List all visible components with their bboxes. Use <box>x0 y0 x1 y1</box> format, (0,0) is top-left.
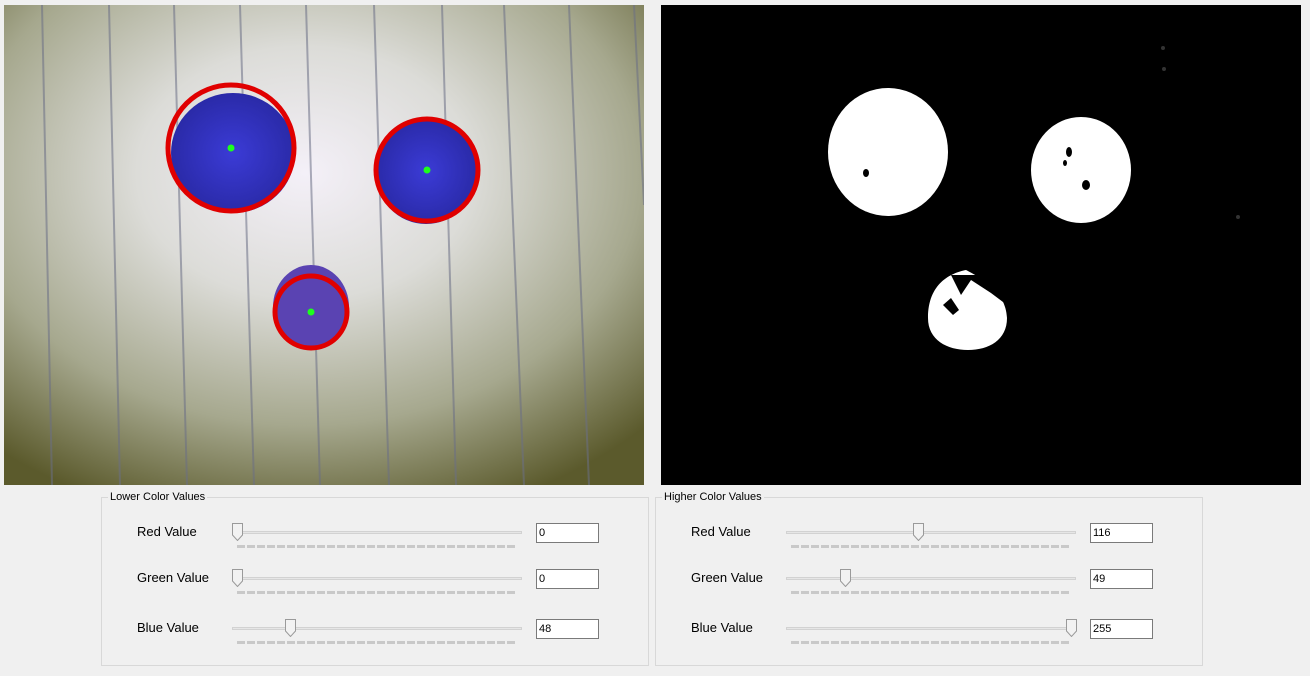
slider-track[interactable] <box>232 531 522 534</box>
slider-label: Red Value <box>691 524 751 539</box>
detected-blob-3 <box>272 265 350 351</box>
mask-view <box>661 5 1301 485</box>
higher-red-input[interactable] <box>1090 523 1153 543</box>
slider-track[interactable] <box>786 577 1076 580</box>
slider-ticks <box>791 591 1071 594</box>
lower-green-input[interactable] <box>536 569 599 589</box>
lower-green-row: Green Value <box>102 569 648 599</box>
slider-ticks <box>237 591 517 594</box>
lower-red-input[interactable] <box>536 523 599 543</box>
higher-green-row: Green Value <box>656 569 1202 599</box>
slider-ticks <box>791 545 1071 548</box>
higher-blue-row: Blue Value <box>656 619 1202 649</box>
slider-track[interactable] <box>232 627 522 630</box>
slider-thumb-icon[interactable] <box>284 619 296 637</box>
lower-red-row: Red Value <box>102 523 648 553</box>
slider-label: Blue Value <box>137 620 199 635</box>
slider-thumb-icon[interactable] <box>913 523 925 541</box>
higher-blue-input[interactable] <box>1090 619 1153 639</box>
camera-view <box>4 5 644 485</box>
lower-blue-input[interactable] <box>536 619 599 639</box>
higher-green-input[interactable] <box>1090 569 1153 589</box>
slider-label: Blue Value <box>691 620 753 635</box>
higher-color-values-group: Higher Color Values Red Value Green Valu… <box>655 491 1203 666</box>
slider-thumb-icon[interactable] <box>232 523 243 541</box>
group-title: Higher Color Values <box>662 491 764 503</box>
lower-blue-row: Blue Value <box>102 619 648 649</box>
detected-blob-1 <box>165 82 297 214</box>
slider-ticks <box>237 641 517 644</box>
higher-red-row: Red Value <box>656 523 1202 553</box>
slider-thumb-icon[interactable] <box>1066 619 1077 637</box>
slider-track[interactable] <box>786 627 1076 630</box>
slider-label: Green Value <box>691 570 764 585</box>
slider-thumb-icon[interactable] <box>839 569 851 587</box>
slider-thumb-icon[interactable] <box>232 569 243 587</box>
slider-label: Green Value <box>137 570 210 585</box>
slider-track[interactable] <box>232 577 522 580</box>
group-title: Lower Color Values <box>108 491 208 503</box>
slider-ticks <box>791 641 1071 644</box>
slider-track[interactable] <box>786 531 1076 534</box>
detected-blob-2 <box>373 116 481 224</box>
lower-color-values-group: Lower Color Values Red Value Green Value… <box>101 491 649 666</box>
slider-label: Red Value <box>137 524 197 539</box>
slider-ticks <box>237 545 517 548</box>
